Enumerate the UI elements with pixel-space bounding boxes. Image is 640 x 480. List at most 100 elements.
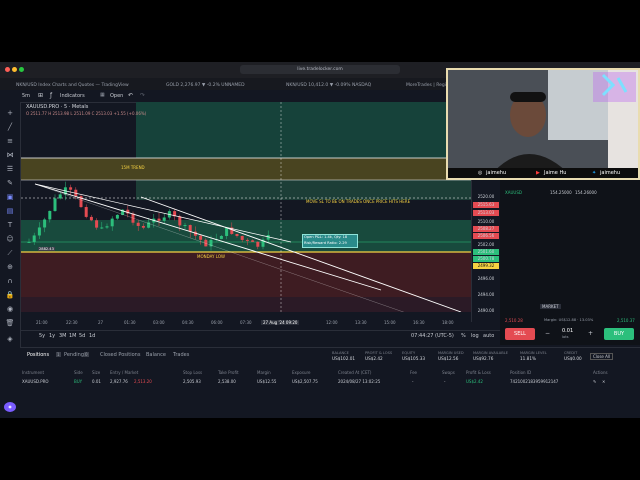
- column-header[interactable]: Take Profit: [218, 370, 239, 375]
- fib-icon[interactable]: ☰: [4, 164, 16, 174]
- summary-label: MARGIN LEVEL: [520, 351, 547, 355]
- column-header[interactable]: Position ID: [510, 370, 531, 375]
- tab-positions[interactable]: Positions: [27, 352, 49, 358]
- eye-icon[interactable]: ◉: [4, 304, 16, 314]
- column-header[interactable]: Margin: [257, 370, 271, 375]
- candle-body: [225, 227, 229, 236]
- qty-increment-icon[interactable]: +: [588, 330, 593, 337]
- column-header[interactable]: Actions: [593, 370, 608, 375]
- column-header[interactable]: Instrument: [22, 370, 44, 375]
- trash-icon[interactable]: 🗑: [4, 318, 16, 328]
- sell-price: 2,510.28: [505, 318, 523, 323]
- redo-icon[interactable]: ↷: [140, 92, 145, 99]
- brush-icon[interactable]: ✎: [4, 178, 16, 188]
- row-close-icon[interactable]: ✕: [602, 379, 605, 384]
- range-5d[interactable]: 5d: [79, 333, 85, 339]
- left-price-label: 2882.43: [38, 247, 55, 251]
- magnet-icon[interactable]: ∩: [4, 276, 16, 286]
- twitter-icon: ✦: [592, 170, 597, 176]
- cell-take-profit[interactable]: 2,538.00: [218, 379, 236, 384]
- icon-tool-icon[interactable]: ☺: [4, 234, 16, 244]
- cell-position-id: 7421002183959912147: [510, 379, 559, 384]
- log-toggle[interactable]: log: [471, 333, 479, 339]
- range-3m[interactable]: 3M: [59, 333, 67, 339]
- undo-icon[interactable]: ↶: [128, 92, 133, 99]
- tab-closed-positions[interactable]: Closed Positions: [100, 352, 140, 358]
- chart-svg: [21, 102, 471, 312]
- qty-decrement-icon[interactable]: −: [545, 330, 550, 337]
- price-label: 2508.27: [473, 226, 499, 232]
- monday-low-annotation[interactable]: MONDAY LOW: [197, 254, 225, 259]
- summary-value: US$102.01: [332, 356, 356, 361]
- column-header[interactable]: Profit & Loss: [466, 370, 491, 375]
- margin-info: Margin: US$12.88 · 13.03%: [544, 318, 594, 322]
- candle-body: [110, 218, 114, 227]
- pattern-icon[interactable]: ⋈: [4, 150, 16, 160]
- auto-toggle[interactable]: auto: [483, 333, 494, 339]
- time-label: 03:00: [153, 320, 165, 325]
- row-edit-icon[interactable]: ✎: [593, 379, 596, 384]
- close-all-button[interactable]: Close All: [590, 353, 614, 360]
- position-tool-icon[interactable]: ▣: [4, 192, 16, 202]
- yellow-zone: [21, 158, 471, 180]
- price-label: 2501.60: [473, 249, 499, 255]
- position-info-box[interactable]: Open P&L: 1.4k, Qty: 18 Risk/Reward Rati…: [302, 234, 358, 248]
- layers-icon[interactable]: ◈: [4, 334, 16, 344]
- candle-body: [84, 207, 88, 217]
- indicators-button[interactable]: Indicators: [60, 93, 85, 99]
- cell-entry: 2,927.76: [110, 379, 128, 384]
- crosshair-icon[interactable]: +: [4, 108, 16, 118]
- layout-icon[interactable]: ▦: [100, 92, 105, 98]
- account-avatar[interactable]: ◉: [4, 402, 16, 412]
- column-header[interactable]: Fee: [410, 370, 417, 375]
- time-axis[interactable]: 21:00 22:30 27 01:30 03:00 04:30 06:00 0…: [21, 320, 471, 328]
- tab-trades[interactable]: Trades: [173, 352, 189, 358]
- maximize-window-icon[interactable]: [19, 67, 24, 72]
- move-sl-annotation[interactable]: MOVE SL TO BE ON TRADES ONCE PRICE HITS …: [306, 199, 410, 204]
- indicators-icon[interactable]: ƒ: [50, 92, 52, 99]
- candle-body: [69, 187, 73, 190]
- qty-input[interactable]: 0.01: [562, 328, 573, 334]
- cell-stop-loss[interactable]: 2,505.93: [183, 379, 201, 384]
- zoom-icon[interactable]: ⊕: [4, 262, 16, 272]
- percent-toggle[interactable]: %: [461, 333, 466, 339]
- column-header[interactable]: Size: [92, 370, 100, 375]
- column-header[interactable]: Exposure: [292, 370, 311, 375]
- ruler-icon[interactable]: ⟋: [4, 248, 16, 258]
- chart-type-icon[interactable]: ⊞: [38, 92, 43, 99]
- column-header[interactable]: Swaps: [442, 370, 455, 375]
- text-icon[interactable]: T: [4, 220, 16, 230]
- lock-icon[interactable]: 🔒: [4, 290, 16, 300]
- candle-body: [89, 216, 93, 221]
- minimize-window-icon[interactable]: [12, 67, 17, 72]
- tab-balance[interactable]: Balance: [146, 352, 166, 358]
- address-bar[interactable]: live.tradelocker.com: [240, 65, 400, 74]
- column-header[interactable]: Created At (CET): [338, 370, 372, 375]
- interval-button[interactable]: 5m: [22, 93, 30, 99]
- sell-button[interactable]: SELL: [505, 328, 535, 340]
- column-header[interactable]: Entry / Market: [110, 370, 138, 375]
- trend-annotation[interactable]: 15M TREND: [121, 165, 145, 170]
- cell-side: BUY: [74, 379, 83, 384]
- order-instrument[interactable]: XAUUSD: [505, 190, 522, 195]
- measure-icon[interactable]: ▤: [4, 206, 16, 216]
- column-header[interactable]: Stop Loss: [183, 370, 202, 375]
- column-header[interactable]: Side: [74, 370, 83, 375]
- buy-button[interactable]: BUY: [604, 328, 634, 340]
- time-label: 15:00: [384, 320, 396, 325]
- green-zone-top: [136, 102, 471, 158]
- range-1m[interactable]: 1M: [69, 333, 77, 339]
- instagram-icon: ◎: [478, 170, 483, 176]
- green-zone-lower: [21, 220, 471, 252]
- range-1y[interactable]: 1y: [49, 333, 55, 339]
- open-button[interactable]: Open: [110, 93, 123, 99]
- tab-pending[interactable]: Pending: [64, 352, 84, 358]
- time-label: 13:30: [355, 320, 367, 325]
- trendline-icon[interactable]: ╱: [4, 122, 16, 132]
- range-1d[interactable]: 1d: [89, 333, 95, 339]
- range-5y[interactable]: 5y: [39, 333, 45, 339]
- horizontal-line-icon[interactable]: ≡: [4, 136, 16, 146]
- chart-canvas[interactable]: XAUUSD.PRO · 5 · Metals O 2511.77 H 2513…: [21, 102, 471, 312]
- order-type-select[interactable]: MARKET: [540, 304, 561, 309]
- close-window-icon[interactable]: [5, 67, 10, 72]
